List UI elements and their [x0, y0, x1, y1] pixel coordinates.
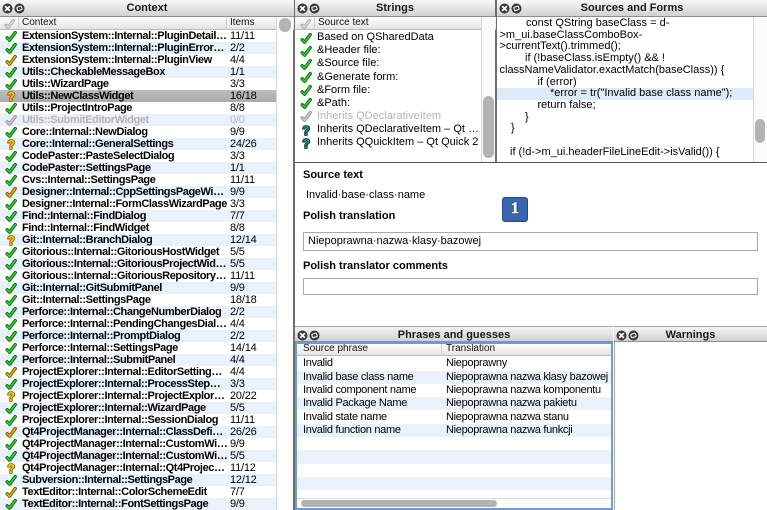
svg-text:?: ?	[7, 91, 15, 102]
svg-text:?: ?	[7, 235, 15, 246]
svg-text:?: ?	[7, 139, 15, 150]
svg-text:?: ?	[302, 125, 310, 137]
svg-text:?: ?	[302, 138, 310, 150]
svg-text:?: ?	[7, 463, 15, 474]
svg-text:?: ?	[7, 391, 15, 402]
